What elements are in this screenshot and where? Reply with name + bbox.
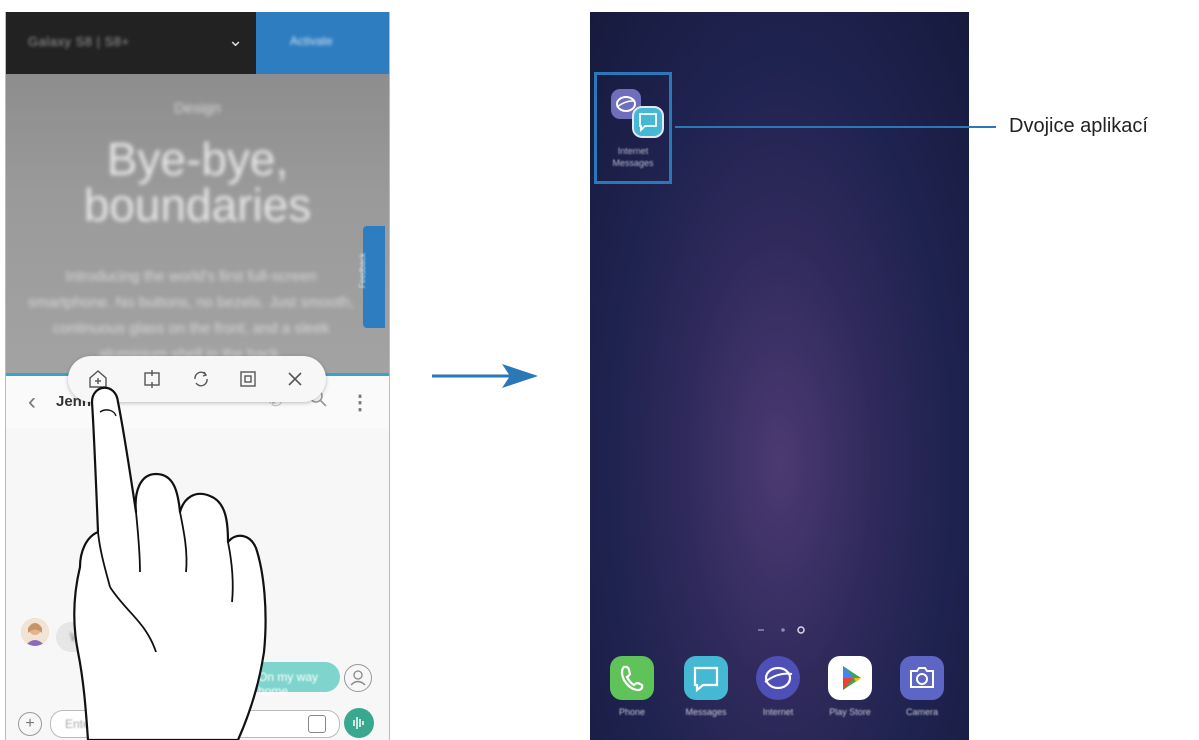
app-pair-label: Internet Messages	[612, 146, 654, 168]
app-pair-highlight: Internet Messages	[594, 72, 672, 184]
incoming-message-text: Where are you?	[70, 630, 156, 644]
messages-icon	[684, 656, 728, 700]
dock-app-camera[interactable]: Camera	[892, 656, 952, 717]
message-input[interactable]: Enter message	[50, 710, 340, 738]
incoming-message-bubble: Where are you?	[56, 622, 176, 652]
feedback-label: Feedback	[358, 252, 368, 289]
back-arrow-icon[interactable]: ‹	[28, 388, 36, 416]
more-options-icon[interactable]: ⋮	[350, 390, 370, 415]
outgoing-message-bubble: On my way home	[236, 662, 340, 698]
contact-icon[interactable]	[344, 664, 372, 692]
activate-button[interactable]: Activate	[256, 12, 389, 74]
dock-label: Play Store	[829, 707, 871, 717]
transition-arrow-icon	[432, 364, 538, 388]
dock-label: Camera	[905, 707, 938, 717]
voice-record-button[interactable]	[344, 708, 374, 738]
app-pair-icon[interactable]	[609, 87, 665, 139]
rotate-icon[interactable]	[191, 369, 211, 389]
dock-label: Messages	[685, 707, 727, 717]
category-label: Design	[174, 100, 221, 117]
dock-app-play-store[interactable]: Play Store	[820, 656, 880, 717]
minimize-window-icon[interactable]	[238, 369, 258, 389]
page-indicator[interactable]	[750, 626, 810, 634]
browser-content: Design Bye-bye, boundaries Introducing t…	[6, 74, 389, 426]
close-icon[interactable]	[285, 369, 305, 389]
swap-windows-icon[interactable]	[142, 369, 162, 389]
play-store-icon	[828, 656, 872, 700]
internet-icon	[756, 656, 800, 700]
dock-app-internet[interactable]: Internet	[748, 656, 808, 717]
add-app-pair-icon[interactable]	[88, 369, 108, 389]
phone-icon	[610, 656, 654, 700]
split-screen-toolbar	[68, 356, 326, 402]
dock-app-messages[interactable]: Messages	[676, 656, 736, 717]
feedback-tab[interactable]: Feedback	[358, 226, 385, 328]
chevron-down-icon[interactable]: ⌄	[228, 30, 243, 51]
add-attachment-button[interactable]: +	[18, 712, 42, 736]
callout-label: Dvojice aplikací	[1009, 115, 1148, 137]
dock-label: Internet	[762, 707, 794, 717]
message-input-placeholder: Enter message	[65, 717, 146, 731]
left-phone-screen: Galaxy S8 | S8+ ⌄ Activate Design Bye-by…	[5, 12, 390, 740]
headline: Bye-bye, boundaries	[83, 133, 312, 231]
browser-header: Galaxy S8 | S8+ ⌄ Activate	[6, 12, 389, 74]
site-title[interactable]: Galaxy S8 | S8+	[28, 34, 130, 49]
sticker-icon[interactable]	[308, 715, 326, 733]
camera-icon	[900, 656, 944, 700]
avatar	[21, 618, 49, 646]
outgoing-message-text: On my way home	[258, 670, 319, 698]
dock-app-phone[interactable]: Phone	[602, 656, 662, 717]
intro-paragraph: Introducing the world's first full-scree…	[27, 268, 354, 363]
activate-button-label: Activate	[290, 34, 333, 48]
callout-leader-line	[675, 126, 996, 128]
conversation-area: Where are you? On my way home + Enter me…	[6, 428, 389, 740]
home-screen: Internet Messages Phone Messages Interne…	[590, 12, 969, 740]
dock-label: Phone	[618, 707, 646, 717]
